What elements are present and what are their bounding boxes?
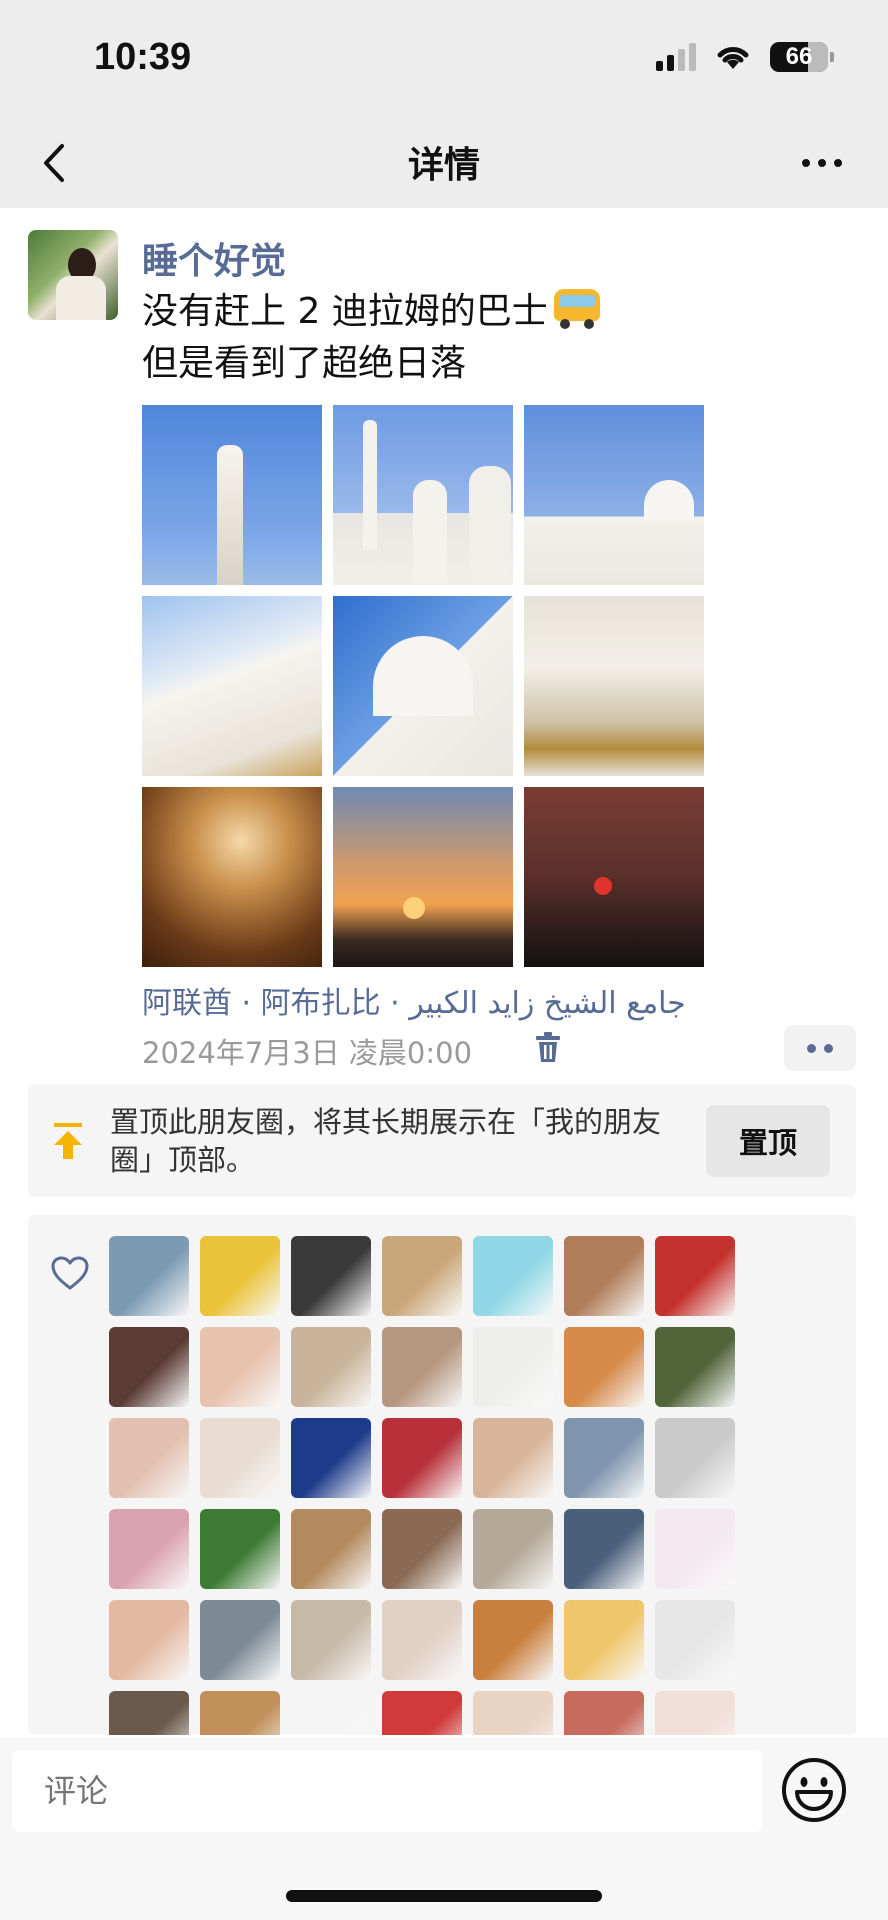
liker-avatar[interactable] [564,1600,644,1680]
liker-avatar[interactable] [291,1418,371,1498]
battery-level: 66 [785,43,813,70]
liker-avatar[interactable] [109,1236,189,1316]
photo-8[interactable] [333,787,513,967]
liker-avatar[interactable] [655,1691,735,1735]
liker-avatar[interactable] [564,1236,644,1316]
liker-avatars [109,1236,735,1735]
post-text: 没有赶上 2 迪拉姆的巴士 但是看到了超绝日落 [142,286,822,390]
post-text-line1: 没有赶上 2 迪拉姆的巴士 [142,291,548,332]
liker-avatar[interactable] [382,1327,462,1407]
page-title: 详情 [407,145,480,186]
liker-avatar[interactable] [200,1509,280,1589]
photo-3[interactable] [524,405,704,585]
comment-input[interactable] [12,1750,762,1832]
photo-1[interactable] [142,405,322,585]
bus-emoji-icon [552,287,602,329]
pin-banner: 置顶此朋友圈，将其长期展示在「我的朋友圈」顶部。 置顶 [28,1085,856,1197]
photo-grid [142,405,704,967]
liker-avatar[interactable] [200,1327,280,1407]
liker-avatar[interactable] [291,1691,371,1735]
liker-avatar[interactable] [382,1418,462,1498]
photo-7[interactable] [142,787,322,967]
liker-avatar[interactable] [655,1600,735,1680]
liker-avatar[interactable] [564,1691,644,1735]
liker-avatar[interactable] [655,1236,735,1316]
liker-avatar[interactable] [109,1418,189,1498]
status-bar: 10:39 66 [0,0,888,118]
liker-avatar[interactable] [655,1418,735,1498]
liker-avatar[interactable] [382,1236,462,1316]
photo-9[interactable] [524,787,704,967]
photo-4[interactable] [142,596,322,776]
likes-section [28,1215,856,1735]
cellular-signal-icon [656,43,696,71]
liker-avatar[interactable] [382,1509,462,1589]
liker-avatar[interactable] [200,1418,280,1498]
wifi-icon [717,47,749,69]
delete-icon[interactable] [534,1032,562,1064]
more-options-icon[interactable] [802,148,852,178]
liker-avatar[interactable] [473,1509,553,1589]
status-time: 10:39 [94,36,192,78]
liker-avatar[interactable] [291,1600,371,1680]
liker-avatar[interactable] [291,1327,371,1407]
liker-avatar[interactable] [382,1691,462,1735]
author-name[interactable]: 睡个好觉 [142,232,286,284]
liker-avatar[interactable] [655,1327,735,1407]
liker-avatar[interactable] [473,1691,553,1735]
pin-button[interactable]: 置顶 [706,1105,830,1177]
liker-avatar[interactable] [200,1600,280,1680]
photo-2[interactable] [333,405,513,585]
liker-avatar[interactable] [655,1509,735,1589]
liker-avatar[interactable] [109,1509,189,1589]
photo-5[interactable] [333,596,513,776]
liker-avatar[interactable] [473,1327,553,1407]
liker-avatar[interactable] [200,1691,280,1735]
heart-icon [51,1256,89,1290]
home-indicator [286,1890,602,1902]
comment-like-menu-button[interactable] [784,1025,856,1071]
liker-avatar[interactable] [473,1418,553,1498]
liker-avatar[interactable] [291,1509,371,1589]
liker-avatar[interactable] [109,1600,189,1680]
location-link[interactable]: 阿联酋 · 阿布扎比 · جامع الشيخ زايد الكبير [142,978,686,1022]
emoji-icon[interactable] [780,1756,848,1824]
status-icons: 66 [656,42,834,72]
comment-bar [0,1738,888,1920]
liker-avatar[interactable] [564,1418,644,1498]
post-timestamp: 2024年7月3日 凌晨0:00 [142,1036,473,1070]
post-text-line2: 但是看到了超绝日落 [142,343,467,384]
liker-avatar[interactable] [109,1327,189,1407]
pin-to-top-icon [54,1123,82,1159]
liker-avatar[interactable] [291,1236,371,1316]
liker-avatar[interactable] [382,1600,462,1680]
liker-avatar[interactable] [473,1236,553,1316]
pin-description: 置顶此朋友圈，将其长期展示在「我的朋友圈」顶部。 [110,1105,662,1177]
liker-avatar[interactable] [200,1236,280,1316]
photo-6[interactable] [524,596,704,776]
nav-bar: 详情 [0,118,888,208]
battery-icon: 66 [770,42,834,72]
liker-avatar[interactable] [564,1509,644,1589]
liker-avatar[interactable] [109,1691,189,1735]
author-avatar[interactable] [28,230,118,320]
liker-avatar[interactable] [564,1327,644,1407]
liker-avatar[interactable] [473,1600,553,1680]
